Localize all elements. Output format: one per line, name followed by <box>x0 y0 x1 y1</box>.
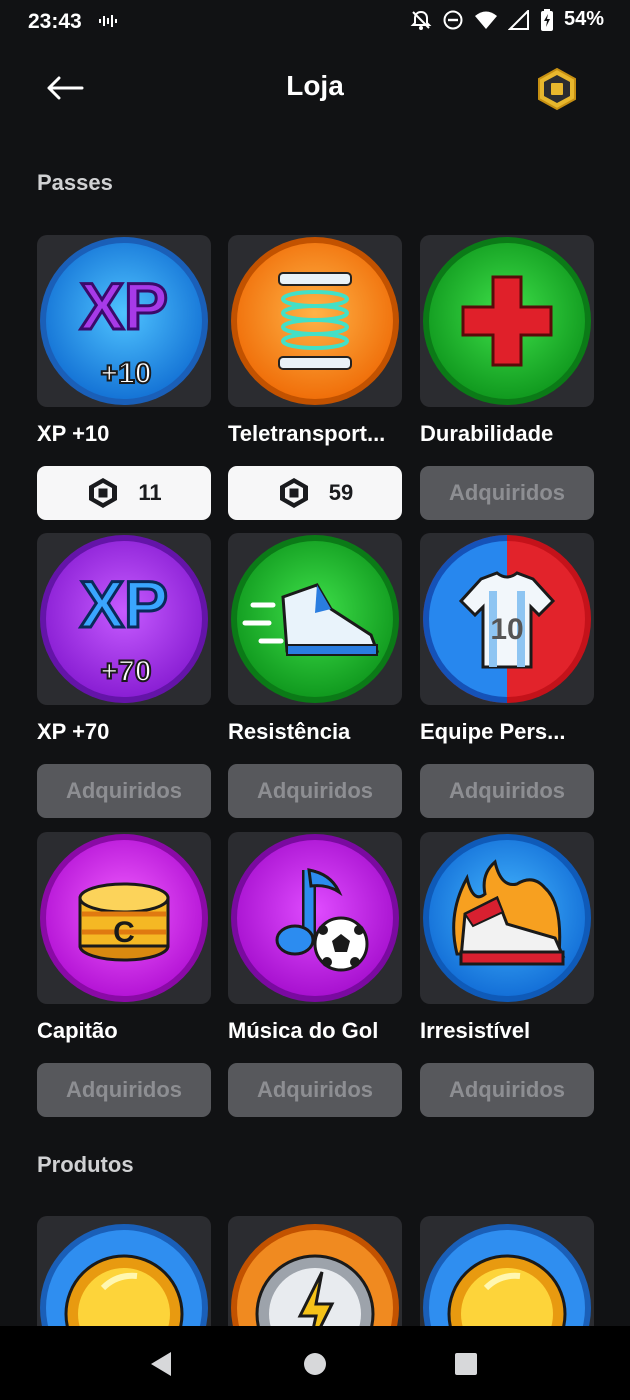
svg-text:+70: +70 <box>101 655 152 688</box>
pass-thumbnail[interactable]: C <box>37 832 211 1004</box>
pass-thumbnail[interactable]: 10 <box>420 533 594 705</box>
buy-button[interactable]: 11 <box>37 466 211 520</box>
pass-card-irresistible: Irresistível Adquiridos <box>420 832 594 1117</box>
do-not-disturb-icon <box>442 9 464 31</box>
nav-recents-button[interactable] <box>448 1346 484 1382</box>
pass-name: Resistência <box>228 719 351 744</box>
pass-thumbnail[interactable] <box>420 832 594 1004</box>
product-card[interactable] <box>37 1216 211 1326</box>
system-nav-bar <box>0 1326 630 1400</box>
wifi-icon <box>474 10 498 30</box>
owned-button[interactable]: Adquiridos <box>228 1063 402 1117</box>
running-shoe-icon <box>231 535 399 703</box>
svg-text:XP: XP <box>80 567 168 641</box>
pass-card-durability: Durabilidade Adquiridos <box>420 235 594 520</box>
pass-thumbnail[interactable]: XP +10 <box>37 235 211 407</box>
product-card[interactable] <box>420 1216 594 1326</box>
pass-name: Durabilidade <box>420 421 554 446</box>
pass-card-teleport: Teletransport... 59 <box>228 235 402 520</box>
jersey-icon: 10 <box>423 535 591 703</box>
svg-text:XP: XP <box>80 269 168 343</box>
owned-button[interactable]: Adquiridos <box>228 764 402 818</box>
energy-coin-icon <box>231 1224 399 1326</box>
price-label: 11 <box>138 480 162 505</box>
home-circle-icon <box>304 1353 326 1375</box>
pass-name: Irresistível <box>420 1018 531 1043</box>
product-card[interactable] <box>228 1216 402 1326</box>
pass-name: Equipe Pers... <box>420 719 566 744</box>
robux-icon <box>89 478 118 508</box>
music-ball-icon <box>231 834 399 1002</box>
pass-card-goal-music: Música do Gol Adquiridos <box>228 832 402 1117</box>
pass-name: Música do Gol <box>228 1018 379 1043</box>
pass-card-xp-70: XP +70 XP +70 Adquiridos <box>37 533 211 818</box>
pass-name: Capitão <box>37 1018 118 1043</box>
price-label: 59 <box>328 480 354 505</box>
owned-button[interactable]: Adquiridos <box>420 1063 594 1117</box>
xp-10-icon: XP +10 <box>40 237 208 405</box>
pass-thumbnail[interactable] <box>228 235 402 407</box>
teleport-icon <box>231 237 399 405</box>
owned-button[interactable]: Adquiridos <box>37 1063 211 1117</box>
pass-card-stamina: Resistência Adquiridos <box>228 533 402 818</box>
robux-balance-button[interactable] <box>534 66 580 112</box>
voicemail-wave-icon <box>98 12 120 34</box>
flaming-sneaker-icon <box>423 834 591 1002</box>
status-time: 23:43 <box>28 10 82 33</box>
header: Loja <box>0 56 630 120</box>
battery-percent: 54% <box>563 8 604 30</box>
svg-text:C: C <box>113 916 135 949</box>
pass-thumbnail[interactable] <box>420 235 594 407</box>
pass-card-xp-10: XP +10 XP +10 11 <box>37 235 211 520</box>
pass-thumbnail[interactable] <box>228 832 402 1004</box>
signal-icon <box>507 9 530 30</box>
captain-armband-icon: C <box>40 834 208 1002</box>
pass-name: XP +10 <box>37 421 110 446</box>
owned-button[interactable]: Adquiridos <box>37 764 211 818</box>
owned-button[interactable]: Adquiridos <box>420 466 594 520</box>
owned-button[interactable]: Adquiridos <box>420 764 594 818</box>
buy-button[interactable]: 59 <box>228 466 402 520</box>
status-bar: 23:43 54% <box>0 0 630 46</box>
recents-square-icon <box>455 1353 477 1375</box>
nav-back-button[interactable] <box>143 1346 179 1382</box>
svg-text:+10: +10 <box>101 357 152 390</box>
section-title-products: Produtos <box>37 1152 134 1177</box>
pass-thumbnail[interactable]: XP +70 <box>37 533 211 705</box>
robux-icon <box>538 67 576 111</box>
pass-card-custom-team: 10 Equipe Pers... Adquiridos <box>420 533 594 818</box>
pass-card-captain: C Capitão Adquiridos <box>37 832 211 1117</box>
gold-coin-icon <box>40 1224 208 1326</box>
xp-70-icon: XP +70 <box>40 535 208 703</box>
section-title-passes: Passes <box>37 170 113 195</box>
battery-charging-icon <box>540 8 554 31</box>
svg-text:10: 10 <box>490 613 523 646</box>
nav-home-button[interactable] <box>297 1346 333 1382</box>
bell-off-icon <box>410 9 432 31</box>
back-triangle-icon <box>151 1352 171 1376</box>
pass-name: Teletransport... <box>228 421 386 446</box>
health-cross-icon <box>423 237 591 405</box>
pass-thumbnail[interactable] <box>228 533 402 705</box>
pass-name: XP +70 <box>37 719 110 744</box>
robux-icon <box>279 478 308 508</box>
gold-coin-icon <box>423 1224 591 1326</box>
